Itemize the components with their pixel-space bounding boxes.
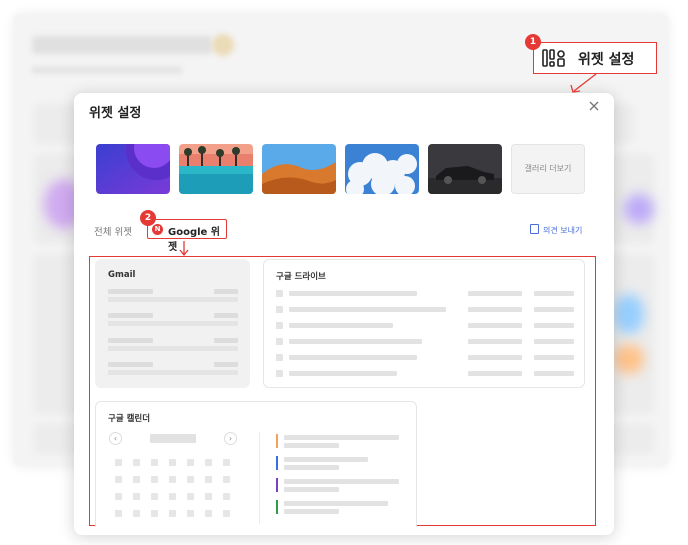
callout-widget-settings: 위젯 설정 — [533, 42, 657, 74]
widget-settings-icon — [542, 49, 565, 67]
callout-badge-2: 2 — [140, 210, 156, 226]
callout-widget-settings-label: 위젯 설정 — [578, 52, 635, 68]
callout-badge-1: 1 — [525, 34, 541, 50]
annotation-arrows — [179, 73, 597, 257]
